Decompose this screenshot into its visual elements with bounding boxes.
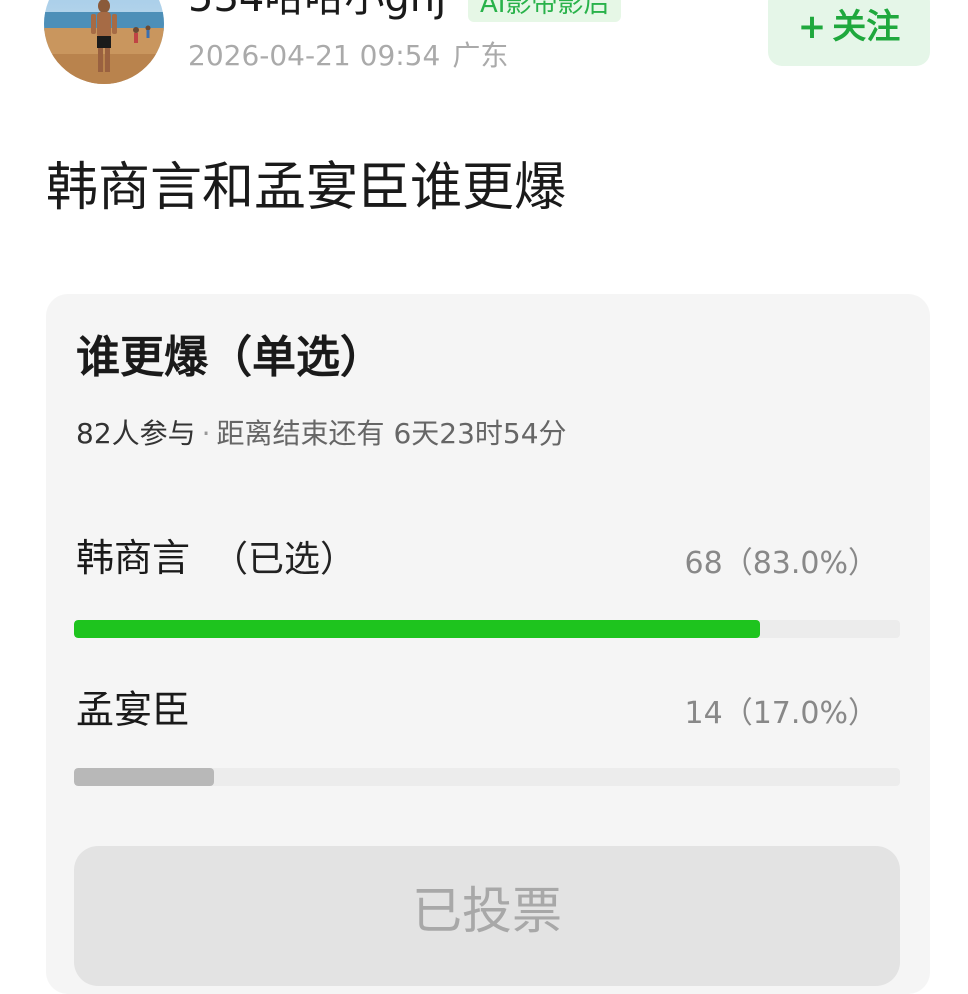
poll-option-result: 68（83.0%） [684,546,878,581]
poll-option-name: 孟宴臣 [76,688,191,732]
poll-participants: 82人参与 [76,417,196,450]
poll-remaining-time: 距离结束还有 6天23时54分 [216,417,567,450]
poll-option-selected-tag: （已选） [212,539,357,580]
post-location: 广东 [452,39,509,72]
poll-option-bar-track [74,768,900,786]
poll-option-bar-track [74,620,900,638]
poll-option-result: 14（17.0%） [684,696,878,731]
author-name[interactable]: 534哈哈小gnj [188,0,446,22]
author-avatar[interactable] [44,0,164,84]
poll-option-label[interactable]: 孟宴臣 [76,686,212,736]
poll-title: 谁更爆（单选） [76,332,384,383]
voted-button[interactable]: 已投票 [74,846,900,986]
poll-option-bar-fill [74,768,215,786]
plus-icon: + [797,7,827,47]
poll-option-label[interactable]: 韩商言 （已选） [76,534,356,584]
post-time: 2026-04-21 09:54 [188,39,441,72]
post-header: 534哈哈小gnj AI影帝影后 2026-04-21 09:54 广东 +关注 [0,0,968,100]
poll-separator: · [201,417,211,450]
follow-button[interactable]: + 关注 [768,0,930,66]
poll-stats: 82人参与 · 距离结束还有 6天23时54分 [76,416,567,452]
poll-option-bar-fill [74,620,760,638]
post-meta: 2026-04-21 09:54 广东 [188,38,508,74]
author-badge: AI影帝影后 [468,0,622,22]
post-title: 韩商言和孟宴臣谁更爆 [46,158,567,218]
avatar-photo [44,0,164,84]
poll-card: 谁更爆（单选） 82人参与 · 距离结束还有 6天23时54分 韩商言 （已选） 68… [46,294,930,994]
poll-option-name: 韩商言 [76,536,191,580]
follow-label: 关注 [832,7,901,47]
